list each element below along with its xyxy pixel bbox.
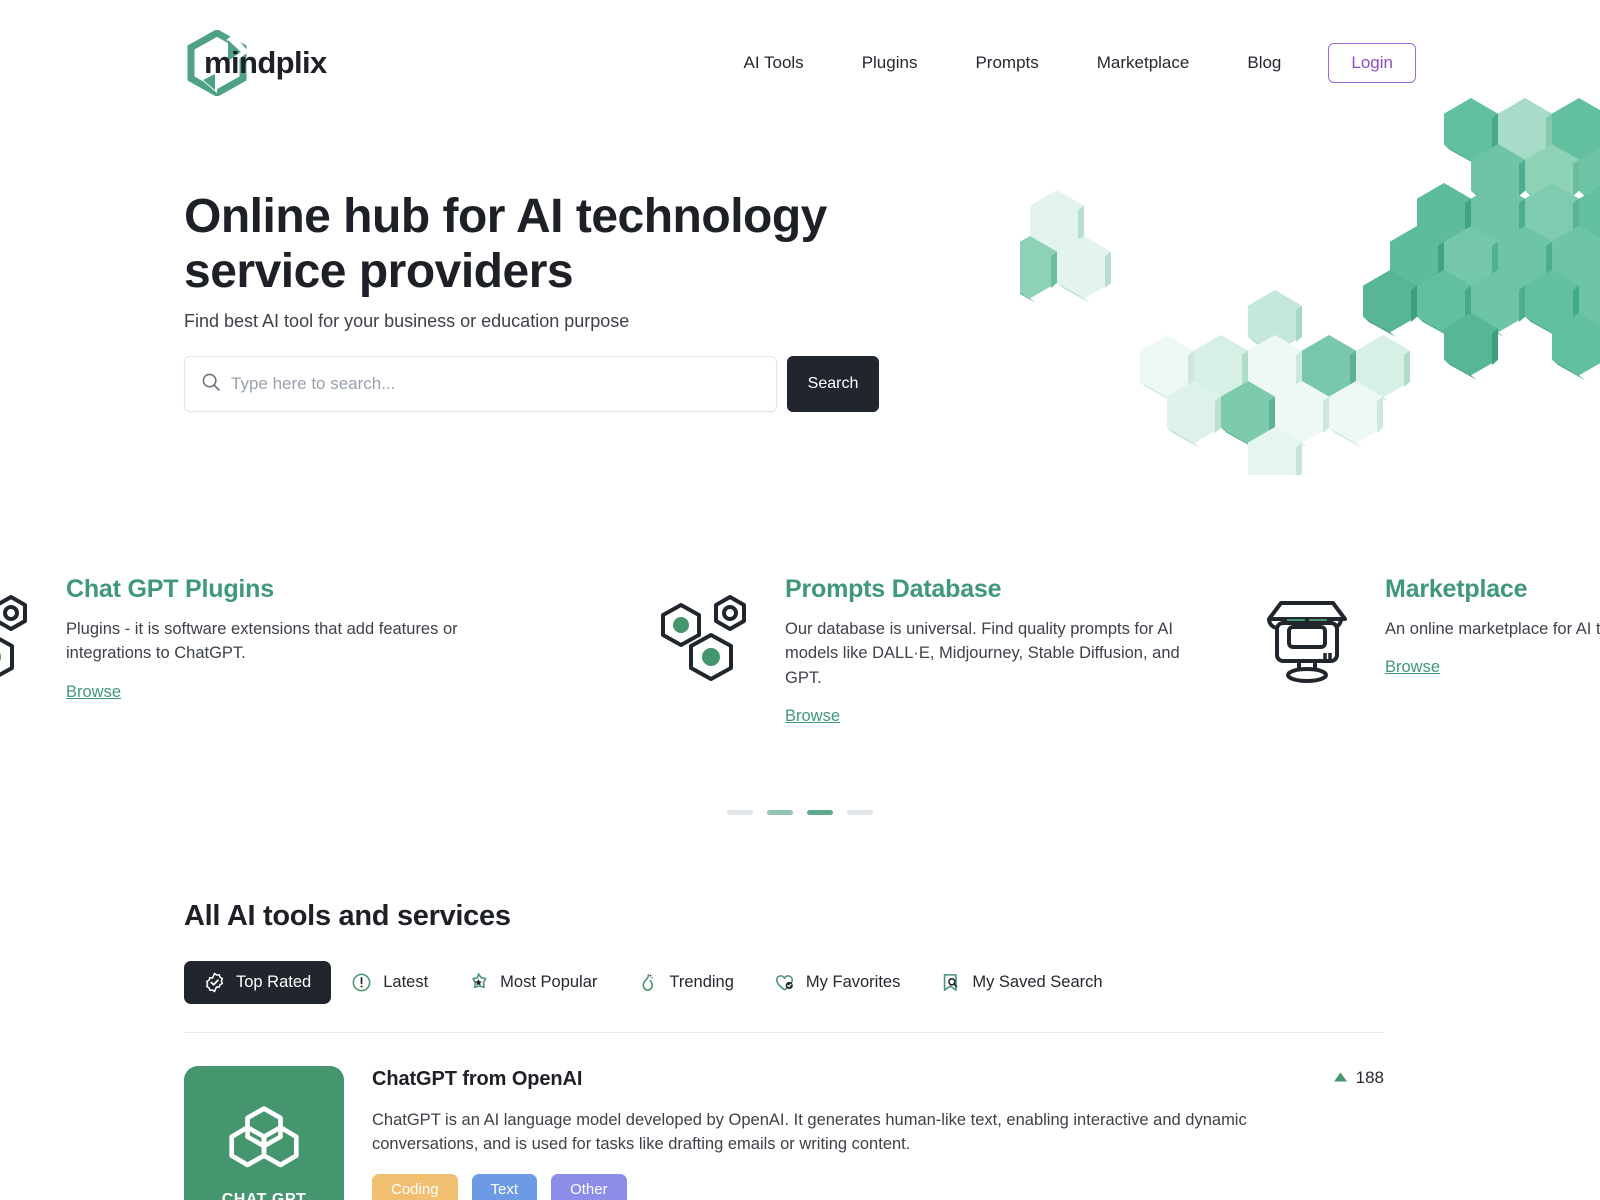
tab-most-popular[interactable]: Most Popular [448, 961, 617, 1004]
carousel-card-prompts-database[interactable]: Prompts Database Our database is univers… [655, 575, 1185, 726]
tab-my-favorites[interactable]: My Favorites [754, 961, 920, 1004]
hero-search: Search [184, 356, 879, 412]
nav-item-plugins[interactable]: Plugins [833, 42, 947, 84]
tab-label: My Favorites [805, 973, 901, 991]
main-nav: AI Tools Plugins Prompts Marketplace Blo… [715, 42, 1416, 84]
clock-alert-icon [351, 972, 372, 993]
listing-main: ChatGPT from OpenAI 188 ChatGPT is an AI… [372, 1066, 1384, 1200]
listing-description: ChatGPT is an AI language model develope… [372, 1111, 1247, 1154]
carousel-dot-1[interactable] [727, 810, 753, 815]
tools-filter-tabs: Top Rated Latest Most Popular Trending M… [184, 961, 1123, 1004]
listing-tags: Coding Text Other [372, 1174, 1384, 1200]
tab-top-rated[interactable]: Top Rated [184, 961, 332, 1004]
hexagon-decoration [1003, 95, 1600, 494]
search-button[interactable]: Search [787, 356, 879, 412]
logo[interactable]: mindplix [184, 28, 327, 98]
search-input[interactable] [231, 374, 760, 394]
listing-thumbnail-label: CHAT GPT [221, 1190, 307, 1200]
storefront-icon [1255, 583, 1359, 687]
listing-header: ChatGPT from OpenAI 188 [372, 1068, 1384, 1091]
tag-other[interactable]: Other [551, 1174, 627, 1200]
carousel-card-browse-link[interactable]: Browse [1385, 658, 1440, 677]
tag-text[interactable]: Text [471, 1174, 538, 1200]
tab-my-saved-search[interactable]: My Saved Search [920, 961, 1122, 1004]
star-badge-icon [468, 972, 489, 993]
tag-coding[interactable]: Coding [372, 1174, 458, 1200]
carousel-card-chat-gpt-plugins[interactable]: Chat GPT Plugins Plugins - it is softwar… [0, 575, 466, 702]
hero-subtitle: Find best AI tool for your business or e… [184, 311, 630, 331]
nav-item-blog[interactable]: Blog [1218, 42, 1310, 84]
section-divider [184, 1032, 1384, 1033]
nav-item-ai-tools[interactable]: AI Tools [715, 42, 833, 84]
landing-page: mindplix AI Tools Plugins Prompts Market… [0, 0, 1600, 1200]
carousel-dot-4[interactable] [847, 810, 873, 815]
heart-check-icon [774, 972, 795, 993]
openai-logo-icon [220, 1090, 308, 1183]
flame-icon [637, 972, 658, 993]
carousel-card-browse-link[interactable]: Browse [785, 707, 840, 726]
carousel-dot-2[interactable] [767, 810, 793, 815]
carousel-card-browse-link[interactable]: Browse [66, 683, 121, 702]
listing-thumbnail: CHAT GPT [184, 1066, 344, 1200]
carousel-dot-3[interactable] [807, 810, 833, 815]
upvote-count: 188 [1355, 1068, 1384, 1087]
tab-label: My Saved Search [972, 973, 1103, 991]
hexagon-cells-icon [0, 583, 40, 687]
bookmark-search-icon [940, 972, 961, 993]
carousel-card-body: An online marketplace for AI tools and A… [1385, 620, 1600, 638]
login-button[interactable]: Login [1328, 43, 1416, 83]
nav-item-prompts[interactable]: Prompts [946, 42, 1067, 84]
search-box[interactable] [184, 356, 777, 412]
search-icon [201, 372, 221, 397]
tab-label: Most Popular [500, 973, 598, 991]
carousel-card-body: Plugins - it is software extensions that… [66, 620, 458, 663]
tab-label: Trending [669, 973, 734, 991]
badge-check-icon [204, 972, 225, 993]
upvote-triangle-icon[interactable] [1333, 1068, 1348, 1088]
listing-title: ChatGPT from OpenAI [372, 1068, 583, 1090]
upvote-control[interactable]: 188 [1333, 1068, 1384, 1088]
logo-text: mindplix [204, 45, 327, 80]
list-item[interactable]: CHAT GPT ChatGPT from OpenAI 188 ChatGPT… [184, 1066, 1384, 1200]
tab-trending[interactable]: Trending [617, 961, 754, 1004]
carousel-card-title: Chat GPT Plugins [66, 575, 274, 603]
carousel-card-body: Our database is universal. Find quality … [785, 620, 1180, 687]
hexagon-cells-icon [655, 583, 759, 687]
nav-item-marketplace[interactable]: Marketplace [1068, 42, 1219, 84]
tab-latest[interactable]: Latest [331, 961, 448, 1004]
page-title: All AI tools and services [184, 900, 511, 932]
tab-label: Top Rated [236, 973, 312, 991]
carousel-card-title: Prompts Database [785, 575, 1002, 603]
hero-title: Online hub for AI technology service pro… [184, 190, 827, 298]
site-header: mindplix AI Tools Plugins Prompts Market… [0, 0, 1600, 125]
tab-label: Latest [383, 973, 429, 991]
carousel-pagination [0, 810, 1600, 815]
carousel-card-marketplace[interactable]: Marketplace An online marketplace for AI… [1255, 575, 1600, 687]
carousel-card-title: Marketplace [1385, 575, 1528, 603]
feature-carousel: Chat GPT Plugins Plugins - it is softwar… [0, 575, 1600, 760]
